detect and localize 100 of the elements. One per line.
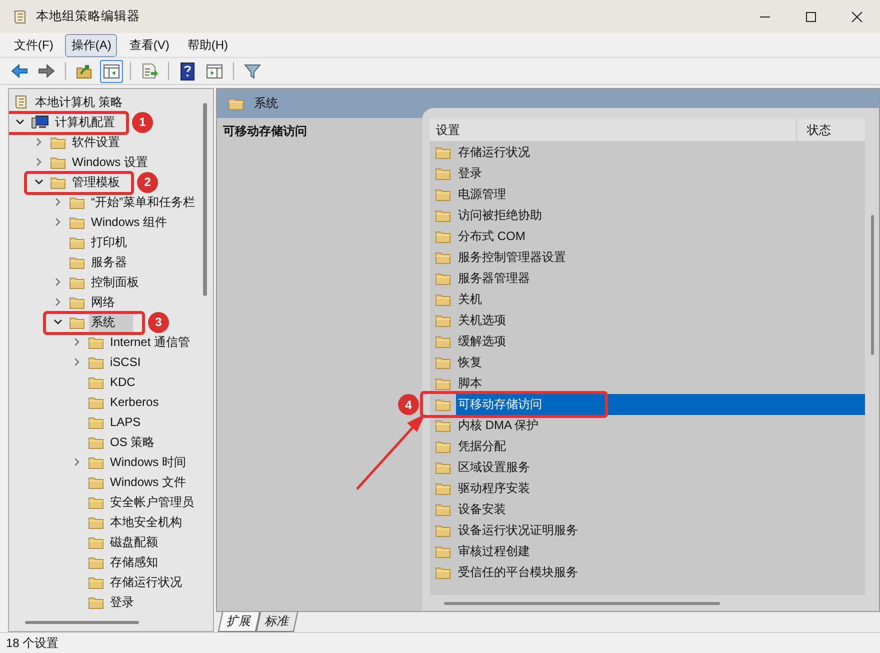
menu-item[interactable]: 帮助(H) bbox=[181, 34, 234, 56]
folder-icon bbox=[50, 154, 66, 170]
folder-icon bbox=[435, 565, 451, 580]
folder-icon bbox=[435, 208, 451, 223]
tree-item[interactable]: KDC bbox=[108, 374, 138, 390]
list-item[interactable]: 关机 bbox=[456, 289, 865, 310]
list-item[interactable]: 存储运行状况 bbox=[456, 142, 865, 163]
tree-item[interactable]: OS 策略 bbox=[108, 432, 157, 452]
list-item[interactable]: 脚本 bbox=[456, 373, 865, 394]
list-item[interactable]: 受信任的平台模块服务 bbox=[456, 562, 865, 583]
chevron-right-icon[interactable] bbox=[72, 337, 82, 347]
list-item[interactable]: 内核 DMA 保护 bbox=[456, 415, 865, 436]
description-title: 可移动存储访问 bbox=[223, 123, 308, 140]
tree-item[interactable]: Kerberos bbox=[108, 394, 161, 410]
tree-item[interactable]: 网络 bbox=[89, 292, 117, 312]
folder-icon bbox=[435, 271, 451, 286]
list-item[interactable]: 缓解选项 bbox=[456, 331, 865, 352]
tree-item[interactable]: 打印机 bbox=[89, 232, 129, 252]
status-text: 18 个设置 bbox=[6, 634, 59, 652]
tree-item[interactable]: 本地安全机构 bbox=[108, 512, 184, 532]
tree-item[interactable]: 安全帐户管理员 bbox=[108, 492, 195, 512]
scrollbar-thumb[interactable] bbox=[871, 215, 874, 355]
folder-icon bbox=[88, 374, 104, 390]
tree-item[interactable]: 本地计算机 策略 bbox=[33, 92, 124, 112]
callout-number: 3 bbox=[148, 312, 169, 332]
tree-item[interactable]: iSCSI bbox=[108, 354, 143, 370]
folder-icon bbox=[50, 174, 66, 190]
folder-icon bbox=[435, 418, 451, 433]
list-item[interactable]: 设备运行状况证明服务 bbox=[456, 520, 865, 541]
list-item[interactable]: 审核过程创建 bbox=[456, 541, 865, 562]
folder-icon bbox=[435, 145, 451, 160]
folder-icon bbox=[69, 274, 85, 290]
tree-item[interactable]: 登录 bbox=[108, 592, 136, 612]
scrollbar-thumb[interactable] bbox=[25, 621, 139, 624]
chevron-right-icon[interactable] bbox=[72, 457, 82, 467]
view-tab[interactable]: 扩展 bbox=[218, 612, 260, 632]
list-item[interactable]: 服务控制管理器设置 bbox=[456, 247, 865, 268]
menu-item[interactable]: 查看(V) bbox=[123, 34, 176, 56]
scrollbar-thumb[interactable] bbox=[203, 103, 207, 296]
chevron-right-icon[interactable] bbox=[34, 137, 44, 147]
tree-item[interactable]: 控制面板 bbox=[89, 272, 141, 292]
tree-item[interactable]: Windows 设置 bbox=[70, 152, 150, 172]
chevron-down-icon[interactable] bbox=[53, 317, 63, 327]
chevron-right-icon[interactable] bbox=[53, 197, 63, 207]
folder-icon bbox=[88, 574, 104, 590]
tree-item[interactable]: “开始”菜单和任务栏 bbox=[89, 192, 195, 212]
scroll-icon bbox=[12, 8, 28, 24]
tree-item[interactable]: LAPS bbox=[108, 414, 143, 430]
tree-item[interactable]: 存储运行状况 bbox=[108, 572, 184, 592]
folder-icon bbox=[228, 96, 244, 111]
view-tab[interactable]: 标准 bbox=[256, 612, 298, 632]
folder-icon bbox=[435, 313, 451, 328]
tree-item[interactable]: 管理模板 bbox=[70, 172, 122, 192]
tree-item[interactable]: Windows 文件 bbox=[108, 472, 188, 492]
chevron-down-icon[interactable] bbox=[15, 117, 25, 127]
folder-icon bbox=[88, 554, 104, 570]
list-item[interactable]: 电源管理 bbox=[456, 184, 865, 205]
list-item[interactable]: 区域设置服务 bbox=[456, 457, 865, 478]
folder-icon bbox=[88, 414, 104, 430]
chevron-right-icon[interactable] bbox=[53, 277, 63, 287]
list-item[interactable]: 服务器管理器 bbox=[456, 268, 865, 289]
folder-icon bbox=[88, 514, 104, 530]
tree-item[interactable]: Internet 通信管 bbox=[108, 332, 192, 352]
folder-icon bbox=[88, 394, 104, 410]
list-item[interactable]: 访问被拒绝协助 bbox=[456, 205, 865, 226]
folder-icon bbox=[435, 229, 451, 244]
folder-icon bbox=[435, 355, 451, 370]
folder-icon bbox=[69, 234, 85, 250]
tree-item[interactable]: Windows 组件 bbox=[89, 212, 170, 232]
chevron-right-icon[interactable] bbox=[34, 157, 44, 167]
chevron-down-icon[interactable] bbox=[34, 177, 44, 187]
list-item[interactable]: 关机选项 bbox=[456, 310, 865, 331]
chevron-right-icon[interactable] bbox=[53, 297, 63, 307]
folder-icon bbox=[69, 314, 85, 330]
tree-item[interactable]: 存储感知 bbox=[108, 552, 160, 572]
tree-item[interactable]: 软件设置 bbox=[70, 132, 122, 152]
list-item[interactable]: 分布式 COM bbox=[456, 226, 865, 247]
list-item[interactable]: 设备安装 bbox=[456, 499, 865, 520]
folder-icon bbox=[69, 294, 85, 310]
menu-item[interactable]: 操作(A) bbox=[65, 34, 118, 56]
tree-item[interactable]: 服务器 bbox=[89, 252, 129, 272]
menu-item[interactable]: 文件(F) bbox=[8, 34, 60, 56]
tree-item[interactable]: 计算机配置 bbox=[53, 112, 117, 132]
list-item[interactable]: 恢复 bbox=[456, 352, 865, 373]
folder-icon bbox=[435, 502, 451, 517]
chevron-right-icon[interactable] bbox=[72, 357, 82, 367]
folder-icon bbox=[88, 334, 104, 350]
tree-item[interactable]: 磁盘配额 bbox=[108, 532, 160, 552]
list-item[interactable]: 登录 bbox=[456, 163, 865, 184]
tree-panel-icon[interactable] bbox=[100, 60, 123, 82]
folder-icon bbox=[88, 594, 104, 610]
list-item[interactable]: 驱动程序安装 bbox=[456, 478, 865, 499]
scrollbar-thumb[interactable] bbox=[444, 602, 720, 605]
list-item[interactable]: 可移动存储访问 bbox=[456, 394, 865, 415]
list-item[interactable]: 凭据分配 bbox=[456, 436, 865, 457]
folder-icon bbox=[50, 134, 66, 150]
column-header[interactable]: 状态 bbox=[797, 122, 865, 138]
chevron-right-icon[interactable] bbox=[53, 217, 63, 227]
folder-icon bbox=[435, 334, 451, 349]
tree-item[interactable]: Windows 时间 bbox=[108, 452, 188, 472]
